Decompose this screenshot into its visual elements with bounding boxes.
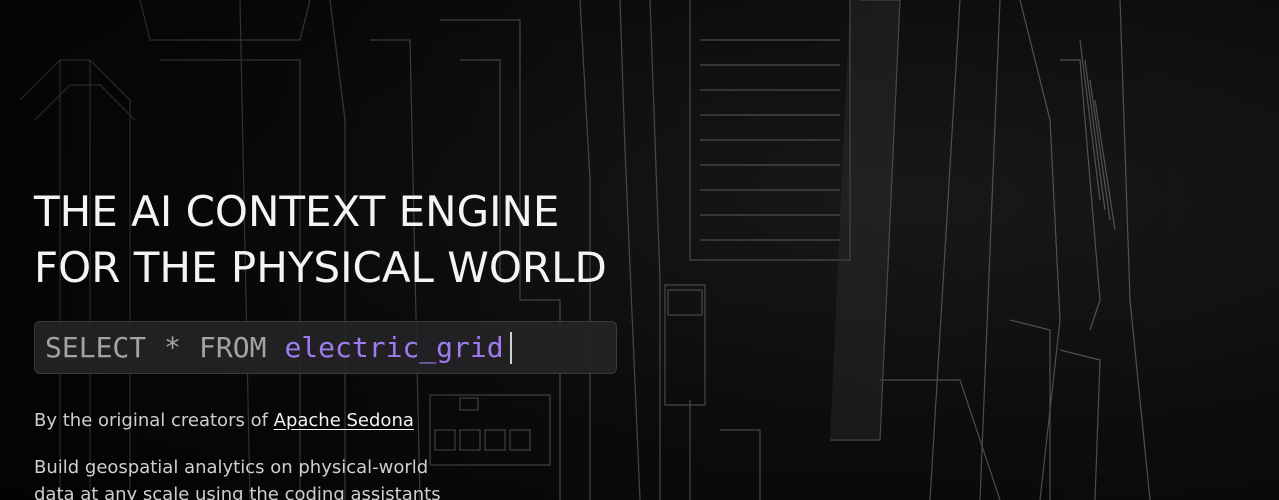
headline-line-2: FOR THE PHYSICAL WORLD [34,243,607,292]
query-from-keyword: FROM [199,331,267,364]
apache-sedona-link[interactable]: Apache Sedona [274,410,414,431]
sql-query-display: SELECT * FROM electric_grid [34,321,617,374]
creators-prefix: By the original creators of [34,410,274,431]
headline-line-1: THE AI CONTEXT ENGINE [34,187,560,236]
hero-section: THE AI CONTEXT ENGINE FOR THE PHYSICAL W… [0,0,1279,500]
text-cursor [509,331,512,364]
hero-headline: THE AI CONTEXT ENGINE FOR THE PHYSICAL W… [34,184,607,296]
query-table-name: electric_grid [284,331,504,364]
creators-line: By the original creators of Apache Sedon… [34,410,414,431]
hero-description: Build geospatial analytics on physical-w… [34,457,441,500]
query-select-keyword: SELECT [45,331,147,364]
query-star: * [164,331,182,364]
